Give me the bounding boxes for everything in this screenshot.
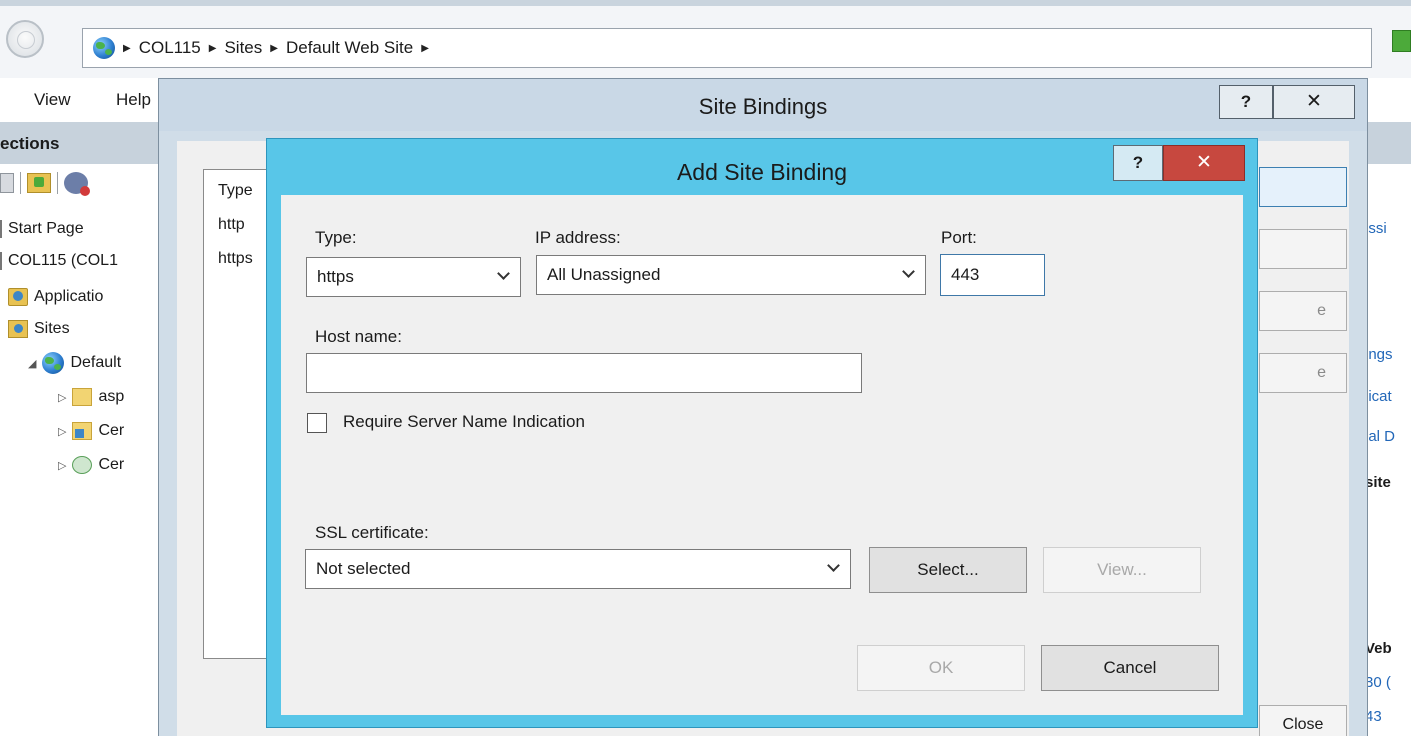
site-bindings-help-button[interactable]: ? [1219, 85, 1273, 119]
chevron-down-icon [828, 564, 840, 572]
ssl-certificate-label: SSL certificate: [315, 523, 429, 542]
breadcrumb-arrow-icon: ▶ [123, 42, 131, 54]
action-link-browse-80[interactable]: 30 ( [1365, 674, 1391, 691]
add-binding-button[interactable] [1259, 167, 1347, 207]
save-icon[interactable] [0, 173, 14, 193]
connections-header: ections [0, 122, 160, 164]
tree-item-sites[interactable]: Sites [8, 320, 70, 338]
sni-checkbox[interactable] [307, 413, 327, 433]
ip-address-label: IP address: [535, 228, 621, 247]
action-link-virtual-dirs[interactable]: ial D [1365, 428, 1395, 445]
address-bar[interactable]: ▶ COL115 ▶ Sites ▶ Default Web Site ▶ [82, 28, 1372, 68]
action-section-browse-web: Veb [1365, 640, 1392, 657]
action-link-bindings[interactable]: ings [1365, 346, 1393, 363]
breadcrumb-sites[interactable]: Sites [224, 38, 262, 58]
tree-item-app-pools[interactable]: Applicatio [8, 288, 103, 306]
site-bindings-close-icon[interactable]: ✕ [1273, 85, 1355, 119]
select-certificate-button[interactable]: Select... [869, 547, 1027, 593]
add-site-binding-title: Add Site Binding [676, 159, 848, 185]
chevron-down-icon [903, 270, 915, 278]
ok-button[interactable]: OK [857, 645, 1025, 691]
tree-label: Cer [98, 456, 125, 473]
breadcrumb-server[interactable]: COL115 [139, 38, 201, 58]
port-input[interactable]: 443 [940, 254, 1045, 296]
tree-item-server[interactable]: COL115 (COL1 [0, 252, 118, 270]
view-certificate-button[interactable]: View... [1043, 547, 1201, 593]
cancel-button[interactable]: Cancel [1041, 645, 1219, 691]
action-link-permissions[interactable]: issi [1365, 220, 1387, 237]
browse-binding-button[interactable]: e [1259, 353, 1347, 393]
back-button[interactable] [6, 20, 44, 58]
tree-label: Cer [98, 422, 125, 439]
close-button[interactable]: Close [1259, 705, 1347, 736]
edit-binding-button[interactable] [1259, 229, 1347, 269]
chevron-down-icon [498, 272, 510, 280]
up-folder-icon[interactable] [27, 173, 51, 193]
iis-manager-window: ▶ COL115 ▶ Sites ▶ Default Web Site ▶ Vi… [0, 0, 1411, 736]
add-site-binding-body: Type: https IP address: All Unassigned P… [281, 195, 1243, 715]
ip-address-select-value: All Unassigned [547, 265, 661, 284]
host-name-input[interactable] [306, 353, 862, 393]
add-site-binding-dialog: Add Site Binding ? ✕ Type: https IP addr… [266, 138, 1258, 728]
close-icon[interactable]: ✕ [1163, 145, 1245, 181]
ip-address-select[interactable]: All Unassigned [536, 255, 926, 295]
ssl-certificate-select[interactable]: Not selected [305, 549, 851, 589]
bindings-list[interactable]: Type http https [203, 169, 271, 659]
remove-binding-button[interactable]: e [1259, 291, 1347, 331]
address-row: ▶ COL115 ▶ Sites ▶ Default Web Site ▶ [0, 6, 1411, 78]
collapse-arrow-icon[interactable]: ◢ [28, 357, 36, 370]
expand-arrow-icon[interactable]: ▷ [58, 459, 66, 472]
application-icon [72, 456, 93, 474]
tree-item-aspnet-client[interactable]: ▷ asp [58, 388, 124, 406]
menu-help[interactable]: Help [116, 90, 151, 110]
connections-panel: ections Start Page COL115 (COL1 Applicat… [0, 122, 160, 736]
binding-row-https[interactable]: https [218, 250, 253, 268]
refresh-icon[interactable] [1392, 30, 1411, 52]
tree-label: asp [98, 388, 125, 405]
expand-arrow-icon[interactable]: ▷ [58, 391, 66, 404]
tree-item-cert-app[interactable]: ▷ Cer [58, 422, 124, 440]
binding-row-http[interactable]: http [218, 216, 245, 234]
expand-arrow-icon[interactable]: ▷ [58, 425, 66, 438]
connect-server-icon[interactable] [64, 172, 90, 196]
host-name-label: Host name: [315, 327, 402, 346]
sni-label[interactable]: Require Server Name Indication [343, 412, 585, 432]
globe-icon [93, 37, 115, 59]
type-select[interactable]: https [306, 257, 521, 297]
menu-view[interactable]: View [34, 90, 71, 110]
tree-label: Default [70, 354, 122, 371]
type-select-value: https [317, 267, 354, 286]
action-link-applications[interactable]: licat [1365, 388, 1392, 405]
site-bindings-title: Site Bindings [159, 79, 1367, 131]
application-pools-icon [8, 288, 28, 306]
website-globe-icon [42, 352, 65, 374]
tree-label: COL115 (COL1 [8, 252, 118, 269]
breadcrumb-site[interactable]: Default Web Site [286, 38, 413, 58]
menu-bar: View Help [0, 78, 160, 122]
tree-item-start-page[interactable]: Start Page [0, 220, 84, 238]
breadcrumb-arrow-icon: ▶ [270, 42, 278, 54]
tree-item-default-site[interactable]: ◢ Default [28, 352, 121, 374]
type-label: Type: [315, 228, 357, 247]
tree-item-cert-app-2[interactable]: ▷ Cer [58, 456, 124, 474]
sites-icon [8, 320, 28, 338]
toolbar-divider [57, 172, 58, 194]
action-section-manage-site: site [1365, 474, 1391, 491]
tree-line [0, 252, 2, 270]
virtual-directory-icon [72, 422, 93, 440]
breadcrumb-arrow-icon: ▶ [208, 42, 217, 54]
tree-label: Sites [34, 320, 70, 337]
bindings-list-header-type[interactable]: Type [218, 182, 253, 200]
port-label: Port: [941, 228, 977, 247]
help-button[interactable]: ? [1113, 145, 1163, 181]
tree-label: Applicatio [34, 288, 104, 305]
connections-toolbar [0, 164, 160, 202]
tree-line [0, 220, 2, 238]
folder-icon [72, 388, 93, 406]
tree-label: Start Page [8, 220, 84, 237]
ssl-certificate-select-value: Not selected [316, 559, 411, 578]
breadcrumb-arrow-icon[interactable]: ▶ [421, 43, 429, 54]
toolbar-divider [20, 172, 21, 194]
